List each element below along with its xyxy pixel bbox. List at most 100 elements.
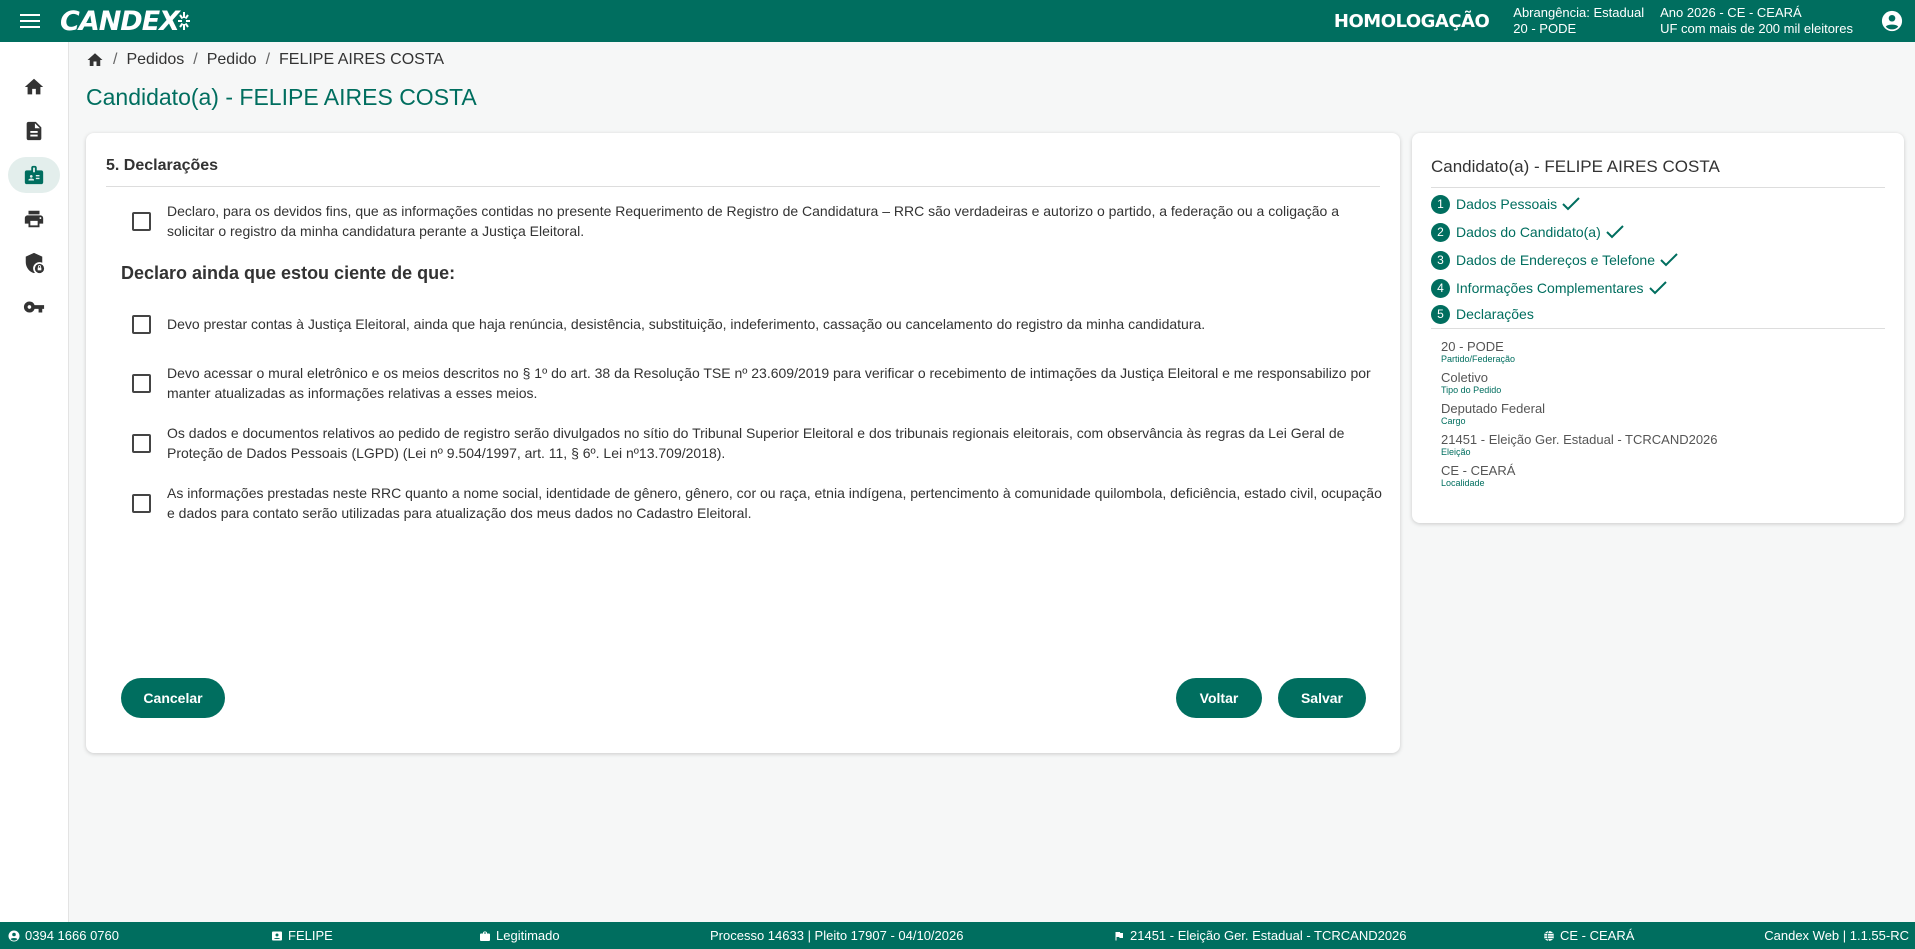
step-dados-pessoais[interactable]: 1 Dados Pessoais bbox=[1431, 193, 1581, 215]
printer-icon bbox=[24, 210, 44, 228]
step-label: Declarações bbox=[1456, 306, 1534, 322]
section-divider bbox=[106, 186, 1380, 187]
section-title: 5. Declarações bbox=[106, 157, 219, 174]
footer-location-text: CE - CEARÁ bbox=[1560, 928, 1635, 943]
declaration-item: Os dados e documentos relativos ao pedid… bbox=[132, 423, 1382, 463]
footer-process: Processo 14633 | Pleito 17907 - 04/10/20… bbox=[710, 922, 963, 949]
info-value: 21451 - Eleição Ger. Estadual - TCRCAND2… bbox=[1441, 432, 1718, 447]
step-number: 1 bbox=[1431, 194, 1450, 214]
footer-user-text: FELIPE bbox=[288, 928, 333, 943]
step-enderecos-telefone[interactable]: 3 Dados de Endereços e Telefone bbox=[1431, 249, 1679, 271]
menu-icon[interactable] bbox=[0, 0, 60, 42]
declaration-text-2: Devo acessar o mural eletrônico e os mei… bbox=[167, 365, 1371, 401]
declaration-text-1: Devo prestar contas à Justiça Eleitoral,… bbox=[167, 316, 1206, 332]
declaration-main-checkbox[interactable] bbox=[132, 211, 151, 231]
check-icon bbox=[1561, 196, 1581, 212]
footer-role: Legitimado bbox=[479, 922, 560, 949]
step-label: Dados do Candidato(a) bbox=[1456, 224, 1601, 240]
account-circle-icon bbox=[8, 930, 20, 941]
footer-election-text: 21451 - Eleição Ger. Estadual - TCRCAND2… bbox=[1130, 928, 1407, 943]
home-icon bbox=[24, 78, 44, 95]
info-label: Eleição bbox=[1441, 447, 1471, 457]
info-value: Deputado Federal bbox=[1441, 401, 1546, 416]
flag-icon bbox=[1115, 931, 1123, 940]
scope-line-2: 20 - PODE bbox=[1513, 21, 1577, 36]
status-bar: 0394 1666 0760 FELIPE Legitimado Process… bbox=[0, 922, 1915, 949]
breadcrumb-pedidos[interactable]: Pedidos bbox=[126, 51, 184, 69]
check-icon bbox=[1659, 252, 1679, 268]
sidebar-item-security[interactable] bbox=[8, 245, 60, 281]
badge-icon bbox=[24, 165, 44, 185]
footer-user: FELIPE bbox=[271, 922, 333, 949]
environment-label: HOMOLOGAÇÃO bbox=[1333, 10, 1490, 32]
contact-card-icon bbox=[272, 931, 282, 940]
year-line-1: Ano 2026 - CE - CEARÁ bbox=[1660, 5, 1802, 20]
shield-lock-icon bbox=[25, 252, 45, 274]
info-label: Partido/Federação bbox=[1441, 354, 1516, 364]
declaration-checkbox-2[interactable] bbox=[132, 373, 151, 393]
breadcrumb-pedido[interactable]: Pedido bbox=[207, 51, 257, 69]
info-value: 20 - PODE bbox=[1441, 339, 1504, 354]
account-icon[interactable] bbox=[1869, 0, 1915, 42]
step-dados-candidato[interactable]: 2 Dados do Candidato(a) bbox=[1431, 221, 1625, 243]
scope-line-1: Abrangência: Estadual bbox=[1513, 5, 1645, 20]
breadcrumb: / Pedidos / Pedido / FELIPE AIRES COSTA bbox=[86, 48, 444, 72]
footer-role-text: Legitimado bbox=[496, 928, 560, 943]
info-label: Localidade bbox=[1441, 478, 1485, 488]
footer-phone-text: 0394 1666 0760 bbox=[25, 928, 119, 943]
footer-process-text: Processo 14633 | Pleito 17907 - 04/10/20… bbox=[710, 928, 964, 943]
scope-info: Abrangência: Estadual 20 - PODE bbox=[1513, 5, 1644, 37]
candidate-summary-card: Candidato(a) - FELIPE AIRES COSTA 1 Dado… bbox=[1412, 133, 1904, 523]
step-label: Dados Pessoais bbox=[1456, 196, 1558, 212]
step-informacoes-complementares[interactable]: 4 Informações Complementares bbox=[1431, 277, 1668, 299]
summary-divider bbox=[1431, 187, 1885, 188]
info-label: Cargo bbox=[1441, 416, 1466, 426]
declaration-main-text: Declaro, para os devidos fins, que as in… bbox=[167, 203, 1340, 239]
declaration-main: Declaro, para os devidos fins, que as in… bbox=[132, 201, 1382, 241]
check-icon bbox=[1605, 224, 1625, 240]
declaration-checkbox-3[interactable] bbox=[132, 433, 151, 453]
step-label: Informações Complementares bbox=[1456, 280, 1644, 296]
info-cargo: Deputado Federal Cargo bbox=[1441, 401, 1545, 427]
cancel-button[interactable]: Cancelar bbox=[121, 678, 225, 718]
sidebar-item-access-key[interactable] bbox=[8, 289, 60, 325]
document-icon bbox=[26, 121, 42, 141]
breadcrumb-home-icon[interactable] bbox=[86, 51, 104, 69]
footer-phone: 0394 1666 0760 bbox=[8, 922, 119, 949]
page-title: Candidato(a) - FELIPE AIRES COSTA bbox=[86, 84, 477, 110]
step-number: 2 bbox=[1431, 222, 1450, 242]
sidebar-item-candidates[interactable] bbox=[8, 157, 60, 193]
info-label: Tipo do Pedido bbox=[1441, 385, 1502, 395]
briefcase-icon bbox=[480, 931, 490, 941]
breadcrumb-separator: / bbox=[265, 51, 271, 68]
footer-location: CE - CEARÁ bbox=[1543, 922, 1634, 949]
summary-divider bbox=[1431, 328, 1885, 329]
step-number: 3 bbox=[1431, 250, 1450, 270]
summary-title: Candidato(a) - FELIPE AIRES COSTA bbox=[1431, 157, 1720, 176]
declaration-item: Devo acessar o mural eletrônico e os mei… bbox=[132, 363, 1382, 403]
breadcrumb-separator: / bbox=[113, 51, 118, 68]
back-button[interactable]: Voltar bbox=[1176, 678, 1262, 718]
year-line-2: UF com mais de 200 mil eleitores bbox=[1660, 21, 1853, 36]
sidebar-item-documents[interactable] bbox=[8, 113, 60, 149]
declaration-checkbox-1[interactable] bbox=[132, 314, 151, 334]
declarations-card: 5. Declarações Declaro, para os devidos … bbox=[86, 133, 1400, 753]
top-bar: CANDEX HOMOLOGAÇÃO Abrangência: Estadual… bbox=[0, 0, 1915, 42]
save-button[interactable]: Salvar bbox=[1278, 678, 1366, 718]
app-logo[interactable]: CANDEX bbox=[60, 6, 191, 37]
step-number: 5 bbox=[1431, 304, 1450, 324]
logo-star-icon bbox=[177, 12, 190, 30]
declaration-item: Devo prestar contas à Justiça Eleitoral,… bbox=[132, 314, 1382, 334]
footer-election: 21451 - Eleição Ger. Estadual - TCRCAND2… bbox=[1113, 922, 1407, 949]
globe-icon bbox=[1544, 930, 1554, 941]
check-icon bbox=[1648, 280, 1668, 296]
info-tipo-pedido: Coletivo Tipo do Pedido bbox=[1441, 370, 1501, 396]
breadcrumb-separator: / bbox=[193, 51, 198, 68]
sidebar-item-home[interactable] bbox=[8, 69, 60, 105]
step-label: Dados de Endereços e Telefone bbox=[1456, 252, 1655, 268]
declaration-checkbox-4[interactable] bbox=[132, 493, 151, 513]
step-declaracoes[interactable]: 5 Declarações bbox=[1431, 303, 1534, 325]
declarations-subheading: Declaro ainda que estou ciente de que: bbox=[121, 263, 456, 283]
sidebar-item-print[interactable] bbox=[8, 201, 60, 237]
footer-version-text: Candex Web | 1.1.55-RC bbox=[1764, 928, 1909, 943]
